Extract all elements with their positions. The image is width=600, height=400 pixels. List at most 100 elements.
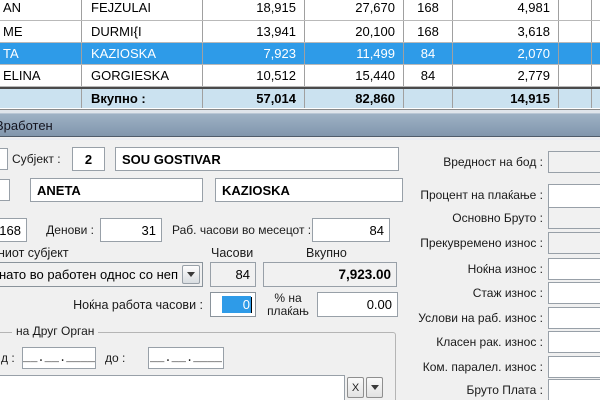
cell-name: ELINA <box>0 65 82 86</box>
subject-code-field[interactable]: 2 <box>72 147 105 171</box>
work-conditions-amount-label: Услови на раб. износ : <box>383 307 543 329</box>
seniority-amount-field[interactable] <box>548 282 600 304</box>
engagement-hours-field[interactable]: 84 <box>210 262 256 287</box>
days-label: Денови : <box>38 218 94 242</box>
cell-hours: 168 <box>404 21 453 42</box>
parallel-amount-field[interactable] <box>548 356 600 378</box>
cell-amount2: 20,100 <box>305 21 404 42</box>
base-gross-field[interactable] <box>548 207 600 229</box>
base-gross-label: Основно Бруто : <box>383 207 543 229</box>
total-header: Вкупно <box>306 246 347 260</box>
gross-salary-field[interactable] <box>548 379 600 400</box>
engagement-combobox-value: нато во работен однос со неп <box>0 267 178 282</box>
window-edge <box>0 138 600 140</box>
total-amount1: 57,014 <box>203 89 305 108</box>
cell-amount3: 4,981 <box>453 0 559 20</box>
seniority-amount-label: Стаж износ : <box>383 282 543 304</box>
cell-empty <box>404 89 453 108</box>
pct-pay-label: % на плаќањ <box>262 292 314 317</box>
dropdown-button[interactable] <box>366 377 383 398</box>
total-amount3: 14,915 <box>453 89 559 108</box>
clear-button[interactable]: X <box>347 377 364 398</box>
from-date-input[interactable]: __.__.____ <box>22 347 96 369</box>
engagement-total-field[interactable]: 7,923.00 <box>263 262 397 287</box>
cell-empty <box>592 89 600 108</box>
pct-pay-label-line1: % на <box>274 292 301 305</box>
work-conditions-amount-field[interactable] <box>548 307 600 329</box>
pct-pay-label-line2: плаќањ <box>267 305 309 318</box>
cell-amount3: 2,779 <box>453 65 559 86</box>
text-caret <box>251 297 252 313</box>
cell-amount2: 11,499 <box>305 43 404 64</box>
employee-table: AN FEJZULAI 18,915 27,670 168 4,981 ME D… <box>0 0 600 110</box>
chevron-down-icon[interactable] <box>182 265 200 284</box>
table-row-selected[interactable]: TA KAZIOSKA 7,923 11,499 84 2,070 <box>0 43 600 65</box>
cell-hours: 84 <box>404 65 453 86</box>
total-amount2: 82,860 <box>305 89 404 108</box>
cell-amount3: 2,070 <box>453 43 559 64</box>
cell-hours: 84 <box>404 43 453 64</box>
cutoff-field[interactable] <box>0 148 8 170</box>
cell-empty <box>592 0 600 20</box>
cutoff-hours-field[interactable]: 168 <box>0 218 27 242</box>
class-mgr-amount-label: Класен рак. износ : <box>383 331 543 353</box>
cell-amount2: 27,670 <box>305 0 404 20</box>
night-hours-input[interactable]: 0 <box>210 292 256 317</box>
date-mask: __.__.____ <box>23 351 95 365</box>
cell-surname: KAZIOSKA <box>82 43 203 64</box>
days-field[interactable]: 31 <box>100 218 162 242</box>
month-hours-label: Раб. часови во месецот : <box>172 218 310 242</box>
app-window: AN FEJZULAI 18,915 27,670 168 4,981 ME D… <box>0 0 600 400</box>
cell-hours: 168 <box>404 0 453 20</box>
night-amount-field[interactable] <box>548 258 600 280</box>
cell-empty <box>592 43 600 64</box>
night-hours-label: Ноќна работа часови : <box>58 292 203 317</box>
subject-name-field[interactable]: SOU GOSTIVAR <box>115 147 399 171</box>
cell-amount1: 7,923 <box>203 43 305 64</box>
point-value-field[interactable] <box>548 151 600 173</box>
cell-empty <box>559 0 592 20</box>
last-name-field[interactable]: KAZIOSKA <box>215 178 403 202</box>
cell-name: ME <box>0 21 82 42</box>
night-amount-label: Ноќна износ : <box>383 258 543 280</box>
engagement-combobox[interactable]: нато во работен однос со неп <box>0 262 203 287</box>
cell-name <box>0 89 82 108</box>
cell-amount1: 18,915 <box>203 0 305 20</box>
to-date-input[interactable]: __.__.____ <box>148 347 224 369</box>
cell-empty <box>559 65 592 86</box>
cell-amount1: 10,512 <box>203 65 305 86</box>
cell-empty <box>559 21 592 42</box>
cell-name: AN <box>0 0 82 20</box>
to-date-label: до : <box>105 347 131 369</box>
cell-surname: GORGIESKA <box>82 65 203 86</box>
cell-empty <box>559 89 592 108</box>
table-total-row: Вкупно : 57,014 82,860 14,915 <box>0 87 600 108</box>
cell-amount3: 3,618 <box>453 21 559 42</box>
gross-salary-label: Бруто Плата : <box>383 379 543 400</box>
other-organ-group-title: на Друг Орган <box>12 324 98 338</box>
table-row[interactable]: AN FEJZULAI 18,915 27,670 168 4,981 <box>0 0 600 21</box>
dialog-title: Вработен <box>0 118 53 133</box>
cell-empty <box>559 43 592 64</box>
dialog-titlebar: Вработен <box>0 113 600 137</box>
month-hours-field[interactable]: 84 <box>312 218 390 242</box>
first-name-field[interactable]: ANETA <box>30 178 203 202</box>
point-value-label: Вредност на бод : <box>383 151 543 173</box>
selected-text: 0 <box>222 296 251 313</box>
subject-label: Субјект : <box>12 148 70 170</box>
bottom-combobox-input[interactable] <box>0 375 345 400</box>
pay-percent-field[interactable] <box>548 184 600 208</box>
cell-surname: FEJZULAI <box>82 0 203 20</box>
table-row[interactable]: ME DURMI{I 13,941 20,100 168 3,618 <box>0 21 600 43</box>
cell-amount2: 15,440 <box>305 65 404 86</box>
chevron-down-icon <box>371 385 379 390</box>
table-row[interactable]: ELINA GORGIESKA 10,512 15,440 84 2,779 <box>0 65 600 87</box>
overtime-amount-field[interactable] <box>548 232 600 254</box>
cutoff-field[interactable] <box>0 179 10 201</box>
from-date-label: д : <box>1 347 17 369</box>
overtime-amount-label: Прекувремено износ : <box>383 232 543 254</box>
hours-header: Часови <box>211 246 253 260</box>
cell-surname: DURMI{I <box>82 21 203 42</box>
class-mgr-amount-field[interactable] <box>548 331 600 353</box>
cell-name: TA <box>0 43 82 64</box>
